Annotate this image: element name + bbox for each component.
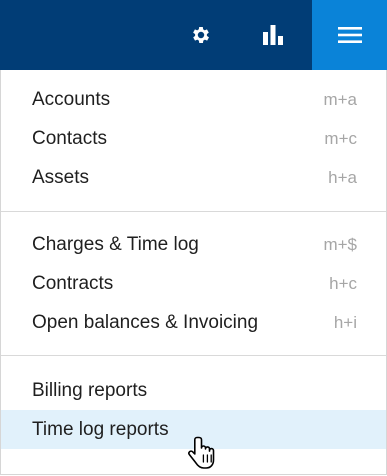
main-menu-button[interactable] <box>312 0 387 70</box>
menu-item-shortcut: h+c <box>329 273 357 293</box>
settings-button[interactable] <box>180 0 222 70</box>
top-toolbar <box>0 0 387 70</box>
menu-item-label: Accounts <box>32 88 111 110</box>
hand-pointer-cursor-icon <box>188 436 215 469</box>
bar-chart-icon <box>263 25 283 45</box>
menu-divider <box>1 211 386 212</box>
menu-item-shortcut: h+a <box>328 167 357 187</box>
hamburger-menu-icon <box>337 27 362 43</box>
menu-item-shortcut: m+a <box>323 89 357 109</box>
menu-item-label: Billing reports <box>32 379 148 401</box>
reports-button[interactable] <box>252 0 294 70</box>
menu-item-label: Contracts <box>32 272 114 294</box>
menu-item-charges-time-log[interactable]: Charges & Time log m+$ <box>1 225 386 264</box>
main-menu-dropdown: Accounts m+a Contacts m+c Assets h+a Cha… <box>0 70 387 475</box>
menu-item-contacts[interactable]: Contacts m+c <box>1 119 386 158</box>
menu-item-label: Time log reports <box>32 418 169 440</box>
menu-item-label: Charges & Time log <box>32 233 199 255</box>
menu-item-open-balances-invoicing[interactable]: Open balances & Invoicing h+i <box>1 303 386 342</box>
menu-item-shortcut: m+c <box>324 128 357 148</box>
menu-item-assets[interactable]: Assets h+a <box>1 158 386 197</box>
menu-item-billing-reports[interactable]: Billing reports <box>1 371 386 410</box>
menu-item-label: Assets <box>32 166 90 188</box>
menu-item-shortcut: m+$ <box>323 234 357 254</box>
menu-item-contracts[interactable]: Contracts h+c <box>1 264 386 303</box>
menu-item-label: Contacts <box>32 127 107 149</box>
gear-icon <box>193 27 209 43</box>
menu-item-shortcut: h+i <box>333 312 357 332</box>
menu-item-label: Open balances & Invoicing <box>32 311 259 333</box>
menu-item-accounts[interactable]: Accounts m+a <box>1 80 386 119</box>
menu-divider <box>1 355 386 356</box>
